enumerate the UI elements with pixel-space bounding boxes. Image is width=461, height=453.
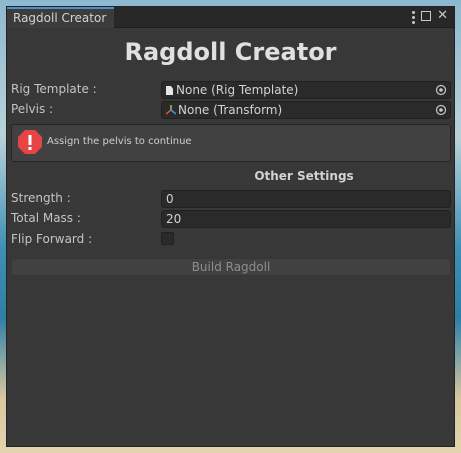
flip-forward-row: Flip Forward : (11, 231, 451, 249)
tab-bar: Ragdoll Creator ✕ (7, 7, 454, 28)
strength-input[interactable]: 0 (161, 190, 451, 208)
error-icon (18, 130, 42, 154)
object-picker-icon[interactable] (435, 104, 447, 116)
total-mass-input[interactable]: 20 (161, 210, 451, 228)
rig-template-row: Rig Template : None (Rig Template) (11, 81, 451, 99)
transform-icon (165, 105, 177, 115)
help-message: Assign the pelvis to continue (47, 136, 192, 147)
ragdoll-creator-window: Ragdoll Creator ✕ Ragdoll Creator Rig Te… (6, 6, 455, 447)
build-ragdoll-button[interactable]: Build Ragdoll (11, 258, 451, 276)
object-picker-icon[interactable] (435, 84, 447, 96)
strength-label: Strength : (11, 191, 71, 205)
pelvis-row: Pelvis : None (Transform) (11, 101, 451, 119)
total-mass-label: Total Mass : (11, 211, 81, 225)
strength-row: Strength : 0 (11, 190, 451, 208)
other-settings-header: Other Settings (254, 169, 354, 183)
pelvis-label: Pelvis : (11, 102, 54, 116)
document-icon (166, 86, 173, 95)
page-title: Ragdoll Creator (124, 38, 337, 66)
pelvis-value: None (Transform) (178, 103, 283, 117)
window-controls: ✕ (412, 9, 448, 24)
close-icon[interactable]: ✕ (437, 9, 448, 24)
flip-forward-checkbox[interactable] (161, 232, 174, 245)
rig-template-value: None (Rig Template) (176, 83, 299, 97)
help-box-error: Assign the pelvis to continue (11, 124, 451, 162)
maximize-icon[interactable] (421, 11, 432, 21)
kebab-menu-icon[interactable] (412, 10, 416, 24)
tab-ragdoll-creator[interactable]: Ragdoll Creator (7, 7, 114, 28)
flip-forward-label: Flip Forward : (11, 232, 93, 246)
total-mass-row: Total Mass : 20 (11, 210, 451, 228)
pelvis-field[interactable]: None (Transform) (161, 101, 451, 119)
rig-template-label: Rig Template : (11, 82, 97, 96)
rig-template-field[interactable]: None (Rig Template) (161, 81, 451, 99)
